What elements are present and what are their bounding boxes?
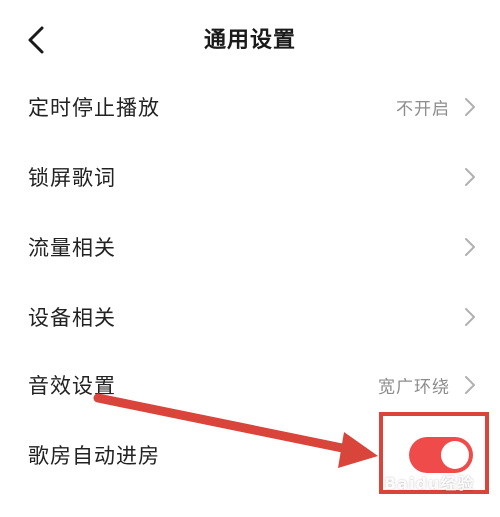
setting-row-data-usage[interactable]: 流量相关 bbox=[0, 212, 500, 282]
setting-label: 歌房自动进房 bbox=[28, 444, 160, 468]
setting-row-sound-effects[interactable]: 音效设置 宽广环绕 bbox=[0, 350, 500, 420]
chevron-right-icon bbox=[465, 168, 475, 186]
chevron-right-icon bbox=[465, 238, 475, 256]
chevron-right-icon bbox=[465, 98, 475, 116]
chevron-right-icon bbox=[465, 308, 475, 326]
setting-row-device[interactable]: 设备相关 bbox=[0, 282, 500, 352]
setting-label: 音效设置 bbox=[28, 374, 116, 398]
setting-label: 设备相关 bbox=[28, 306, 116, 330]
setting-label: 锁屏歌词 bbox=[28, 166, 116, 190]
setting-row-timer-stop[interactable]: 定时停止播放 不开启 bbox=[0, 72, 500, 142]
page-title: 通用设置 bbox=[203, 28, 296, 53]
setting-row-lockscreen-lyrics[interactable]: 锁屏歌词 bbox=[0, 142, 500, 212]
setting-value: 不开启 bbox=[396, 99, 450, 120]
setting-label: 流量相关 bbox=[28, 236, 116, 260]
setting-label: 定时停止播放 bbox=[28, 96, 160, 120]
header: 通用设置 bbox=[0, 0, 500, 80]
setting-value: 宽广环绕 bbox=[378, 377, 450, 398]
watermark: Baidu经验 bbox=[384, 474, 475, 493]
chevron-right-icon bbox=[465, 376, 475, 394]
